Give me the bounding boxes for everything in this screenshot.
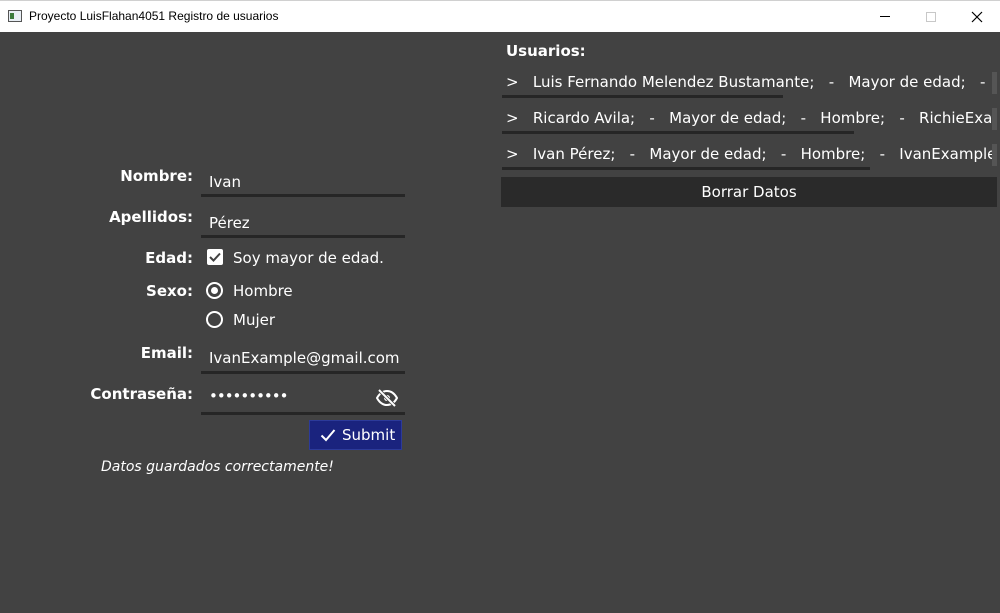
user-row-text: > Ivan Pérez; - Mayor de edad; - Hombre;…	[506, 145, 996, 163]
mayor-edad-text: Soy mayor de edad.	[233, 249, 384, 267]
clear-data-label: Borrar Datos	[701, 183, 797, 201]
email-label: Email:	[140, 344, 193, 362]
minimize-icon	[880, 16, 890, 17]
user-row-underline	[502, 167, 870, 170]
sexo-label: Sexo:	[146, 282, 193, 300]
user-row-underline	[502, 131, 854, 134]
users-title: Usuarios:	[506, 42, 586, 60]
password-value: ••••••••••	[209, 387, 288, 405]
checkmark-icon	[320, 429, 336, 442]
nombre-label: Nombre:	[120, 167, 193, 185]
maximize-button[interactable]	[908, 1, 954, 32]
email-value: IvanExample@gmail.com	[209, 349, 400, 367]
radio-mujer[interactable]	[206, 311, 223, 328]
maximize-icon	[926, 11, 936, 22]
password-field[interactable]: ••••••••••	[201, 381, 405, 415]
apellidos-label: Apellidos:	[109, 208, 193, 226]
radio-mujer-label: Mujer	[233, 311, 276, 329]
minimize-button[interactable]	[862, 1, 908, 32]
email-field[interactable]: IvanExample@gmail.com	[201, 341, 405, 374]
user-row-text: > Luis Fernando Melendez Bustamante; - M…	[506, 73, 986, 91]
radio-hombre[interactable]	[206, 282, 223, 299]
user-row[interactable]: > Ivan Pérez; - Mayor de edad; - Hombre;…	[502, 140, 996, 170]
user-row-text: > Ricardo Avila; - Mayor de edad; - Homb…	[506, 109, 996, 127]
submit-button[interactable]: Submit	[309, 420, 402, 450]
window-titlebar: Proyecto LuisFlahan4051 Registro de usua…	[0, 0, 1000, 32]
clear-data-button[interactable]: Borrar Datos	[501, 177, 997, 207]
nombre-value: Ivan	[209, 173, 241, 191]
password-label: Contraseña:	[90, 385, 193, 403]
apellidos-field[interactable]: Pérez	[201, 208, 405, 238]
app-icon	[8, 10, 22, 22]
submit-label: Submit	[342, 426, 396, 444]
row-scroll-indicator	[992, 144, 997, 166]
status-message: Datos guardados correctamente!	[101, 459, 334, 475]
radio-hombre-label: Hombre	[233, 282, 293, 300]
user-row[interactable]: > Ricardo Avila; - Mayor de edad; - Homb…	[502, 104, 996, 134]
apellidos-value: Pérez	[209, 214, 250, 232]
close-button[interactable]	[954, 1, 1000, 32]
edad-label: Edad:	[145, 249, 193, 267]
mayor-edad-checkbox[interactable]	[207, 249, 223, 265]
row-scroll-indicator	[992, 72, 997, 94]
checkmark-icon	[209, 252, 221, 262]
hide-password-icon[interactable]	[376, 389, 398, 407]
user-row[interactable]: > Luis Fernando Melendez Bustamante; - M…	[502, 68, 996, 98]
window-title: Proyecto LuisFlahan4051 Registro de usua…	[29, 9, 279, 23]
row-scroll-indicator	[992, 108, 997, 130]
nombre-field[interactable]: Ivan	[201, 167, 405, 197]
close-icon	[971, 11, 983, 22]
user-row-underline	[502, 95, 783, 98]
